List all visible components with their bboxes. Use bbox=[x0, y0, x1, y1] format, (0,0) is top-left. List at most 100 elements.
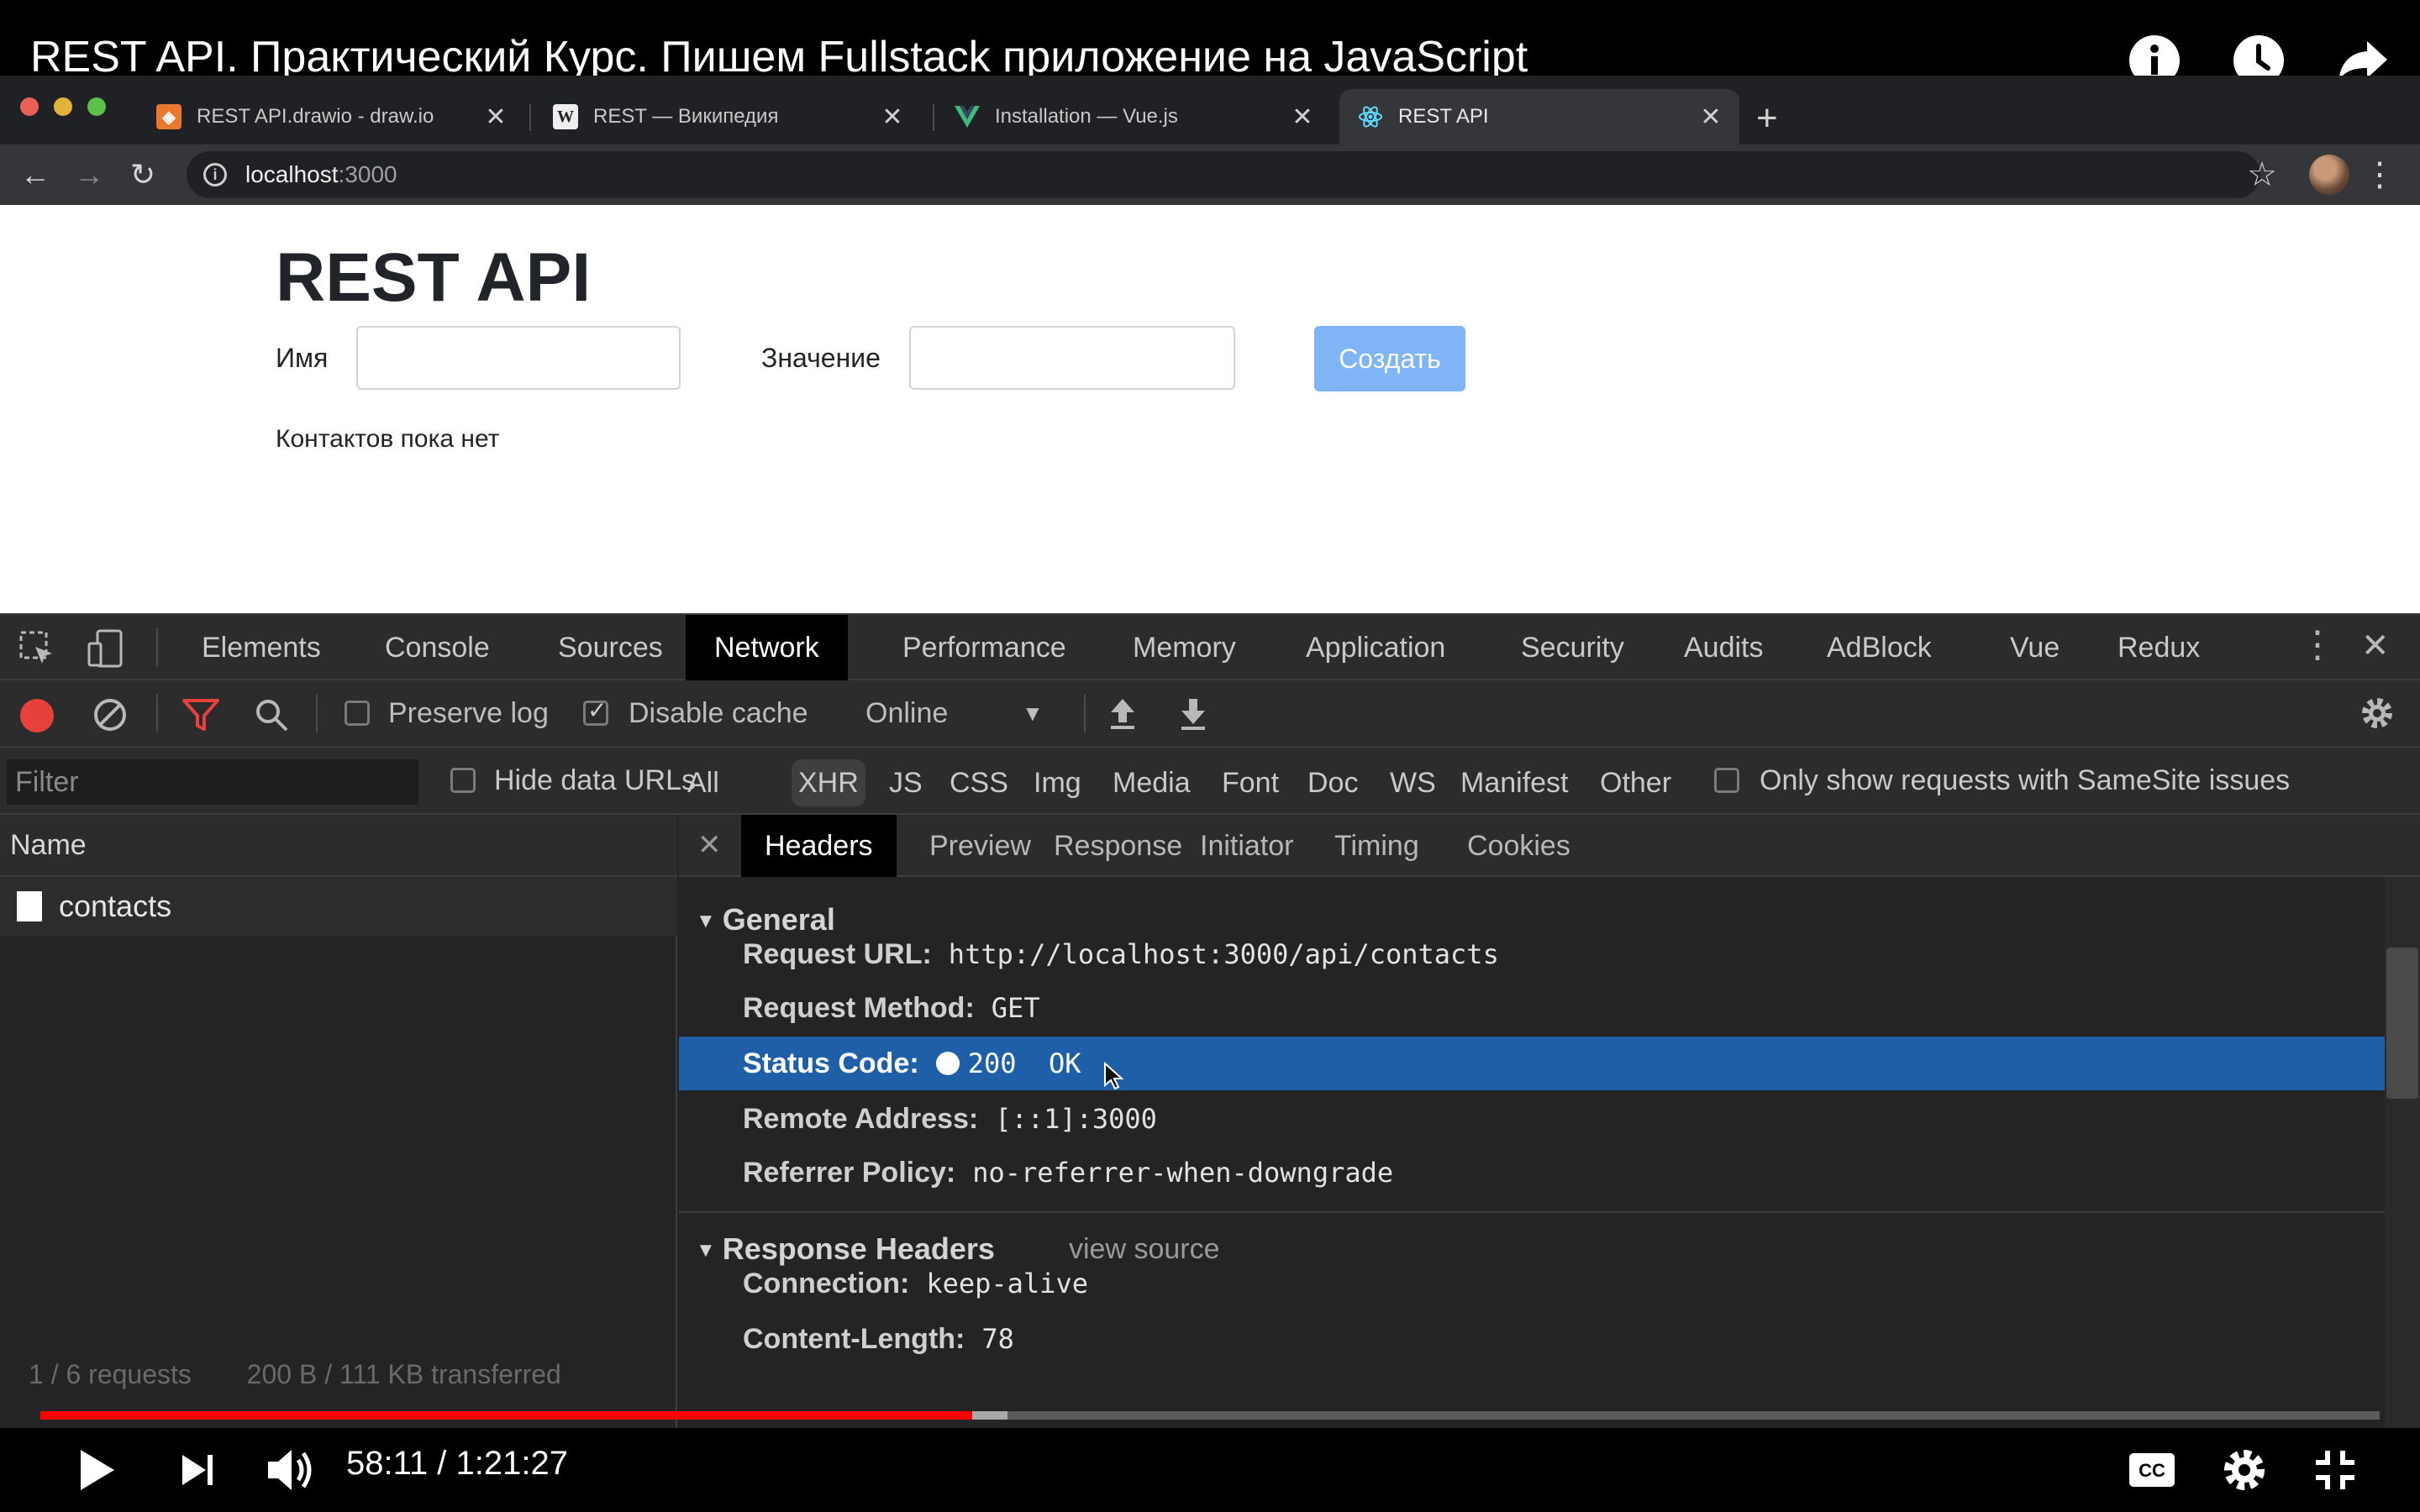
filter-type-xhr[interactable]: XHR bbox=[792, 759, 865, 806]
browser-menu-icon[interactable]: ⋮ bbox=[2363, 156, 2396, 193]
back-icon[interactable]: ← bbox=[15, 155, 55, 195]
window-minimize-button[interactable] bbox=[54, 97, 72, 116]
filter-type-img[interactable]: Img bbox=[1027, 759, 1088, 806]
window-close-button[interactable] bbox=[20, 97, 39, 116]
svg-text:CC: CC bbox=[2139, 1460, 2165, 1481]
header-key: Content-Length: bbox=[743, 1322, 965, 1355]
export-har-icon[interactable] bbox=[1176, 696, 1210, 740]
address-bar[interactable]: i localhost:3000 bbox=[187, 151, 2260, 198]
create-button[interactable]: Создать bbox=[1314, 326, 1465, 391]
name-column-header[interactable]: Name bbox=[0, 815, 677, 877]
filter-input[interactable] bbox=[7, 759, 418, 805]
network-settings-icon[interactable] bbox=[2358, 694, 2396, 740]
filter-icon[interactable] bbox=[182, 697, 220, 740]
filter-type-media[interactable]: Media bbox=[1106, 759, 1197, 806]
value-input[interactable] bbox=[909, 326, 1235, 390]
close-tab-icon[interactable]: ✕ bbox=[1286, 102, 1319, 132]
new-tab-icon[interactable]: + bbox=[1756, 97, 1778, 139]
name-input[interactable] bbox=[356, 326, 681, 390]
throttling-select[interactable]: Online ▼ bbox=[865, 697, 1050, 730]
next-icon[interactable] bbox=[168, 1436, 227, 1504]
devtools-tab-performance[interactable]: Performance bbox=[874, 615, 1095, 680]
devtools-tab-security[interactable]: Security bbox=[1492, 615, 1653, 680]
clear-icon[interactable] bbox=[92, 697, 128, 740]
devtools-tab-audits[interactable]: Audits bbox=[1655, 615, 1792, 680]
settings-icon[interactable] bbox=[2215, 1436, 2274, 1504]
window-maximize-button[interactable] bbox=[87, 97, 106, 116]
request-details: ✕ Headers Preview Response Initiator Timing C… bbox=[679, 815, 2420, 1428]
disable-cache-checkbox[interactable] bbox=[583, 696, 608, 726]
devtools-tab-application[interactable]: Application bbox=[1277, 615, 1474, 680]
import-har-icon[interactable] bbox=[1106, 696, 1139, 740]
header-row[interactable]: Remote Address: [::1]:3000 bbox=[679, 1092, 2385, 1146]
header-value: http://localhost:3000/api/contacts bbox=[948, 938, 1499, 970]
exit-fullscreen-icon[interactable] bbox=[2306, 1436, 2365, 1504]
network-toolbar: Preserve log Disable cache Online ▼ bbox=[0, 680, 2420, 748]
header-row[interactable]: Content-Length: 78 bbox=[679, 1312, 2385, 1366]
browser-tab-active[interactable]: REST API ✕ bbox=[1339, 89, 1739, 144]
browser-tab[interactable]: Installation — Vue.js ✕ bbox=[936, 89, 1331, 144]
hide-data-urls-checkbox[interactable] bbox=[450, 768, 476, 793]
devtools-tab-memory[interactable]: Memory bbox=[1104, 615, 1265, 680]
filter-type-manifest[interactable]: Manifest bbox=[1454, 759, 1576, 806]
detail-tab-cookies[interactable]: Cookies bbox=[1444, 815, 1594, 877]
devtools-tab-elements[interactable]: Elements bbox=[173, 615, 350, 680]
tab-separator bbox=[933, 104, 934, 131]
header-value: GET bbox=[991, 992, 1040, 1024]
profile-avatar[interactable] bbox=[2309, 155, 2349, 195]
close-devtools-icon[interactable]: ✕ bbox=[2361, 627, 2390, 665]
header-row[interactable]: Connection: keep-alive bbox=[679, 1257, 2385, 1310]
play-icon[interactable] bbox=[67, 1436, 126, 1504]
header-value: 200 OK bbox=[967, 1047, 1081, 1079]
details-scrollbar[interactable] bbox=[2385, 877, 2420, 1428]
captions-icon[interactable]: CC bbox=[2123, 1436, 2181, 1504]
close-details-icon[interactable]: ✕ bbox=[697, 828, 722, 862]
header-row[interactable]: Request URL: http://localhost:3000/api/co… bbox=[679, 927, 2385, 981]
site-info-icon[interactable]: i bbox=[203, 163, 227, 186]
scrollbar-thumb[interactable] bbox=[2386, 948, 2418, 1099]
preserve-log-checkbox[interactable] bbox=[345, 701, 370, 726]
browser-tab[interactable]: W REST — Википедия ✕ bbox=[534, 89, 921, 144]
filter-type-font[interactable]: Font bbox=[1215, 759, 1286, 806]
filter-type-doc[interactable]: Doc bbox=[1301, 759, 1365, 806]
close-tab-icon[interactable]: ✕ bbox=[876, 102, 909, 132]
devtools-tab-console[interactable]: Console bbox=[356, 615, 518, 680]
bookmark-star-icon[interactable]: ☆ bbox=[2247, 156, 2277, 193]
close-tab-icon[interactable]: ✕ bbox=[1694, 102, 1728, 132]
browser-tab[interactable]: ◈ REST API.drawio - draw.io ✕ bbox=[138, 89, 524, 144]
record-button[interactable] bbox=[20, 699, 54, 732]
filter-type-all[interactable]: All bbox=[681, 759, 726, 806]
request-list: Name contacts 1 / 6 requests 200 B / 111… bbox=[0, 815, 677, 1428]
devtools-tab-sources[interactable]: Sources bbox=[529, 615, 692, 680]
detail-tab-headers[interactable]: Headers bbox=[741, 815, 897, 877]
devtools-tab-vue[interactable]: Vue bbox=[1981, 615, 2088, 680]
devtools-menu-icon[interactable]: ⋮ bbox=[2299, 623, 2336, 666]
samesite-checkbox[interactable] bbox=[1714, 768, 1739, 793]
volume-icon[interactable] bbox=[257, 1436, 324, 1504]
detail-tab-timing[interactable]: Timing bbox=[1311, 815, 1443, 877]
tab-label: Installation — Vue.js bbox=[995, 105, 1178, 128]
close-tab-icon[interactable]: ✕ bbox=[479, 102, 513, 132]
filter-type-other[interactable]: Other bbox=[1593, 759, 1678, 806]
filter-type-ws[interactable]: WS bbox=[1383, 759, 1443, 806]
inspect-element-icon[interactable] bbox=[18, 630, 55, 671]
video-progress-bar[interactable] bbox=[40, 1411, 2380, 1420]
filter-type-js[interactable]: JS bbox=[882, 759, 929, 806]
header-row[interactable]: Request Method: GET bbox=[679, 981, 2385, 1035]
header-row-selected[interactable]: Status Code: 200 OK bbox=[679, 1037, 2385, 1090]
header-row[interactable]: Referrer Policy: no-referrer-when-downgra… bbox=[679, 1146, 2385, 1200]
filter-type-css[interactable]: CSS bbox=[943, 759, 1015, 806]
forward-icon[interactable]: → bbox=[69, 155, 109, 195]
detail-tab-initiator[interactable]: Initiator bbox=[1176, 815, 1318, 877]
header-value: keep-alive bbox=[926, 1268, 1088, 1299]
reload-icon[interactable]: ↻ bbox=[123, 155, 163, 195]
toolbar-divider bbox=[316, 694, 318, 732]
devtools-tab-redux[interactable]: Redux bbox=[2089, 615, 2228, 680]
preserve-log-label: Preserve log bbox=[388, 697, 549, 729]
search-icon[interactable] bbox=[254, 697, 289, 740]
device-toolbar-icon[interactable] bbox=[86, 628, 126, 673]
devtools-tab-adblock[interactable]: AdBlock bbox=[1798, 615, 1960, 680]
devtools-tab-network[interactable]: Network bbox=[686, 615, 848, 680]
header-value: [::1]:3000 bbox=[995, 1103, 1157, 1135]
request-row[interactable]: contacts bbox=[0, 877, 677, 936]
